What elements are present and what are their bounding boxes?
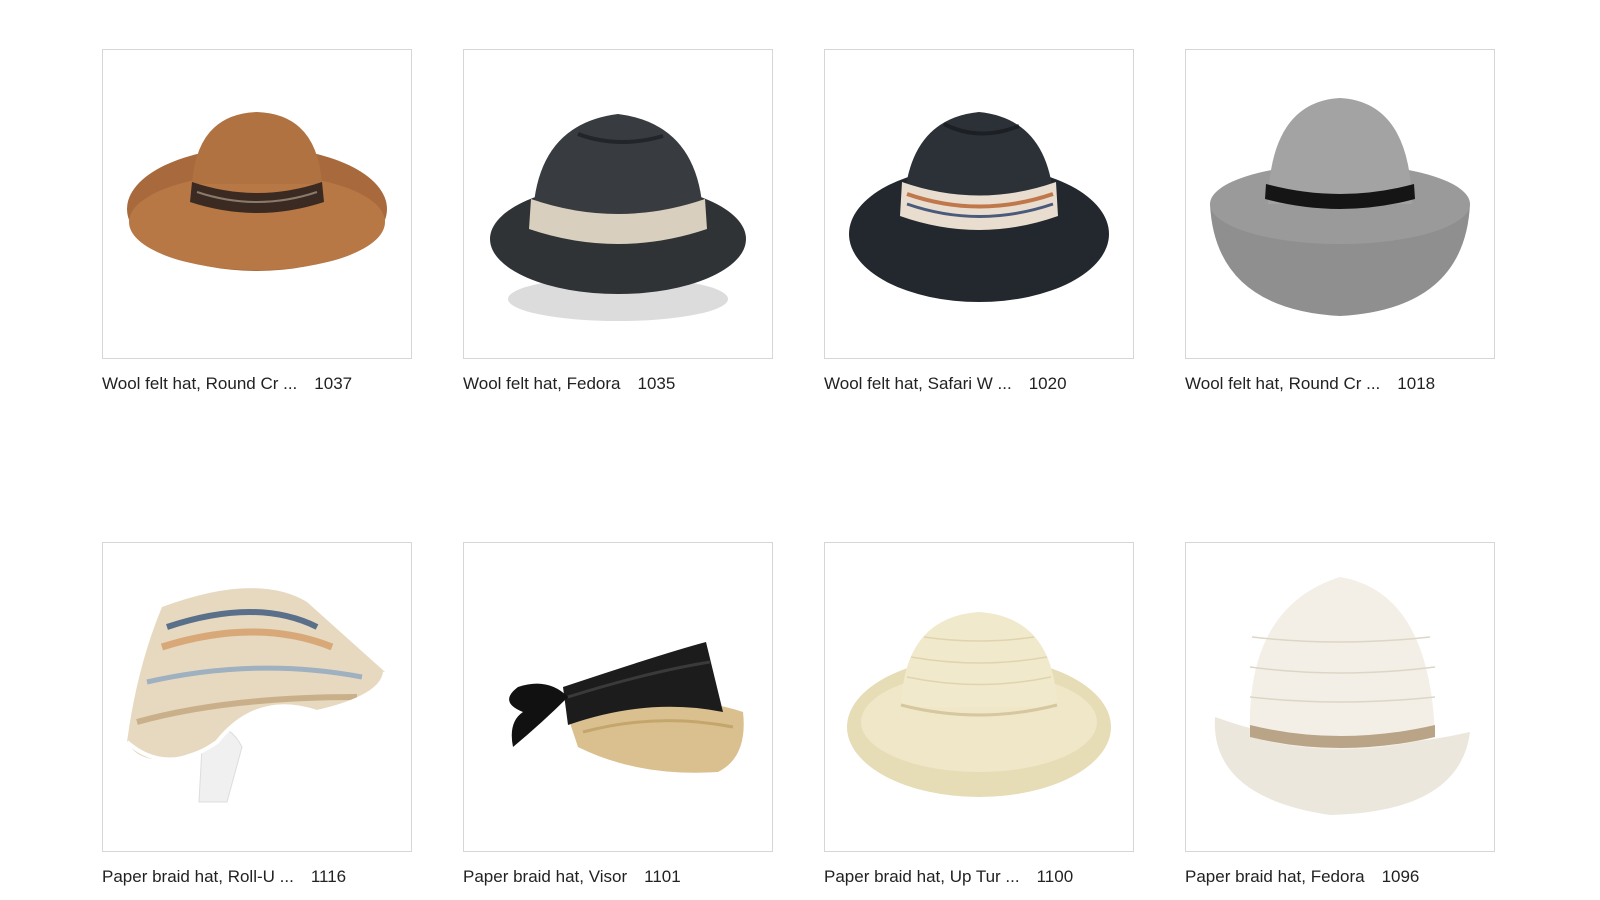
product-code: 1037 bbox=[314, 374, 353, 393]
product-caption: Wool felt hat, Round Cr ... 1018 bbox=[1185, 374, 1495, 394]
product-code: 1096 bbox=[1381, 867, 1420, 886]
product-name[interactable]: Paper braid hat, Up Tur ... bbox=[824, 867, 1020, 887]
product-name[interactable]: Wool felt hat, Safari W ... bbox=[824, 374, 1012, 394]
product-card[interactable]: Wool felt hat, Round Cr ... 1018 bbox=[1185, 49, 1495, 394]
product-card[interactable]: Paper braid hat, Fedora 1096 bbox=[1185, 542, 1495, 887]
product-image[interactable] bbox=[1185, 49, 1495, 359]
product-name[interactable]: Paper braid hat, Roll-U ... bbox=[102, 867, 294, 887]
product-card[interactable]: Wool felt hat, Fedora 1035 bbox=[463, 49, 773, 394]
product-caption: Wool felt hat, Safari W ... 1020 bbox=[824, 374, 1134, 394]
product-code: 1035 bbox=[637, 374, 676, 393]
product-image[interactable] bbox=[824, 542, 1134, 852]
product-image[interactable] bbox=[1185, 542, 1495, 852]
product-caption: Wool felt hat, Round Cr ... 1037 bbox=[102, 374, 412, 394]
product-image[interactable] bbox=[463, 542, 773, 852]
product-name[interactable]: Paper braid hat, Fedora bbox=[1185, 867, 1365, 887]
product-code: 1018 bbox=[1397, 374, 1436, 393]
product-caption: Paper braid hat, Fedora 1096 bbox=[1185, 867, 1495, 887]
product-card[interactable]: Paper braid hat, Roll-U ... 1116 bbox=[102, 542, 412, 887]
product-name[interactable]: Wool felt hat, Fedora bbox=[463, 374, 621, 394]
product-code: 1100 bbox=[1036, 867, 1074, 886]
product-name[interactable]: Wool felt hat, Round Cr ... bbox=[102, 374, 297, 394]
product-code: 1116 bbox=[310, 867, 347, 886]
product-grid: Wool felt hat, Round Cr ... 1037 Wool fe… bbox=[102, 49, 1495, 887]
product-name[interactable]: Paper braid hat, Visor bbox=[463, 867, 627, 887]
product-caption: Paper braid hat, Roll-U ... 1116 bbox=[102, 867, 412, 887]
product-image[interactable] bbox=[824, 49, 1134, 359]
product-image[interactable] bbox=[102, 542, 412, 852]
product-card[interactable]: Paper braid hat, Visor 1101 bbox=[463, 542, 773, 887]
product-caption: Paper braid hat, Visor 1101 bbox=[463, 867, 773, 887]
product-image[interactable] bbox=[102, 49, 412, 359]
product-caption: Paper braid hat, Up Tur ... 1100 bbox=[824, 867, 1134, 887]
product-name[interactable]: Wool felt hat, Round Cr ... bbox=[1185, 374, 1380, 394]
product-caption: Wool felt hat, Fedora 1035 bbox=[463, 374, 773, 394]
product-card[interactable]: Wool felt hat, Round Cr ... 1037 bbox=[102, 49, 412, 394]
product-card[interactable]: Paper braid hat, Up Tur ... 1100 bbox=[824, 542, 1134, 887]
product-image[interactable] bbox=[463, 49, 773, 359]
product-card[interactable]: Wool felt hat, Safari W ... 1020 bbox=[824, 49, 1134, 394]
product-code: 1020 bbox=[1028, 374, 1067, 393]
product-code: 1101 bbox=[644, 867, 681, 886]
